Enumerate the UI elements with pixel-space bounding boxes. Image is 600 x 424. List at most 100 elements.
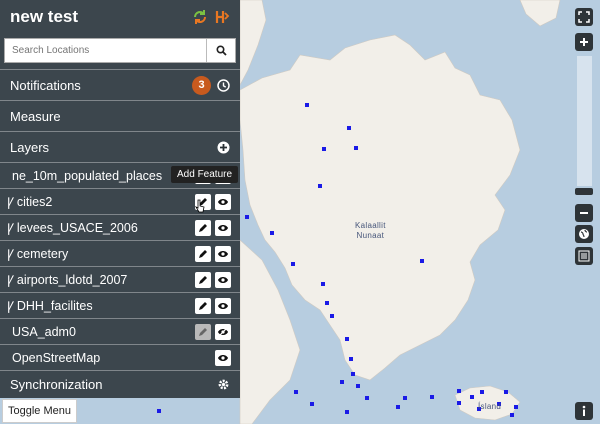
layer-row[interactable]: OpenStreetMap [0,344,240,370]
feature-point [420,259,424,263]
notification-count-badge: 3 [192,75,211,95]
feature-point [457,389,461,393]
edit-layer-button[interactable] [195,271,211,288]
feature-point [504,390,508,394]
edit-layer-button[interactable] [195,297,211,314]
layer-label: cemetery [16,246,69,261]
layer-row[interactable]: Ꝩ airports_ldotd_2007 [0,266,240,292]
visibility-toggle[interactable] [215,245,231,262]
eye-slash-icon [218,327,228,336]
search-button[interactable] [206,39,235,62]
panel-header: new test [0,0,240,34]
eye-icon [218,302,228,309]
feature-point [294,390,298,394]
feature-point [514,405,518,409]
gear-icon[interactable] [217,378,230,391]
visibility-toggle[interactable] [215,193,231,210]
layer-label: DHH_facilites [16,298,93,313]
layer-row[interactable]: USA_adm0 [0,318,240,344]
measure-label: Measure [10,108,61,124]
feature-point [340,380,344,384]
synchronization-label: Synchronization [10,376,103,392]
synchronization-row[interactable]: Synchronization [0,370,240,397]
feature-point [325,301,329,305]
feature-point [365,396,369,400]
feature-point [322,147,326,151]
feature-point [430,395,434,399]
list-icon [578,250,590,262]
feature-point [305,103,309,107]
notifications-label: Notifications [10,77,81,93]
minus-icon [580,212,588,214]
pencil-icon [199,301,207,310]
search-box [4,38,236,63]
visibility-toggle[interactable] [215,349,231,366]
vector-layer-icon: Ꝩ [7,195,14,209]
vector-layer-icon: Ꝩ [7,273,14,287]
eye-icon [218,354,228,361]
vector-layer-icon: Ꝩ [7,221,14,235]
edit-layer-button[interactable] [195,323,211,340]
feature-point [347,126,351,130]
feature-point [330,314,334,318]
feature-point [356,384,360,388]
feature-point [321,282,325,286]
search-input[interactable] [5,39,206,62]
zoom-in-button[interactable] [575,33,593,51]
pencil-icon [199,223,207,232]
edit-layer-button[interactable] [195,219,211,236]
add-layer-icon[interactable] [217,141,230,154]
visibility-toggle[interactable] [215,219,231,236]
zoom-slider-track[interactable] [577,56,592,186]
feature-point [480,390,484,394]
feature-point [396,405,400,409]
layer-label: airports_ldotd_2007 [16,272,128,287]
layer-label: USA_adm0 [12,324,76,339]
hazard-icon[interactable] [214,9,230,25]
info-icon [582,405,586,416]
layer-label: OpenStreetMap [12,350,101,365]
map-label-iceland: Ísland [478,402,502,411]
layer-label: cities2 [16,194,53,209]
feature-point [345,337,349,341]
sync-icon[interactable] [192,9,208,25]
feature-point [245,215,249,219]
globe-icon [579,229,589,239]
layer-label: ne_10m_populated_places [12,168,163,183]
vector-layer-icon: Ꝩ [7,299,14,313]
pencil-icon [199,249,207,258]
zoom-slider-handle[interactable] [575,188,593,195]
pencil-icon [199,275,207,284]
legend-button[interactable] [575,247,593,265]
layer-row[interactable]: Ꝩ DHH_facilites [0,292,240,318]
measure-row[interactable]: Measure [0,100,240,131]
layers-label: Layers [10,139,50,155]
visibility-toggle[interactable] [215,297,231,314]
layer-row[interactable]: Ꝩ levees_USACE_2006 [0,214,240,240]
layers-row[interactable]: Layers [0,131,240,162]
eye-icon [218,198,228,205]
fullscreen-button[interactable] [575,8,593,26]
eye-icon [218,224,228,231]
notifications-row[interactable]: Notifications 3 [0,69,240,100]
eye-icon [218,250,228,257]
edit-layer-button[interactable] [195,245,211,262]
pencil-icon [199,327,207,336]
plus-icon [580,38,588,46]
toggle-menu-button[interactable]: Toggle Menu [2,399,77,423]
zoom-out-button[interactable] [575,204,593,222]
eye-icon [218,276,228,283]
info-button[interactable] [575,402,593,420]
add-feature-tooltip: Add Feature [171,166,239,183]
feature-point [354,146,358,150]
layer-row[interactable]: Ꝩ cemetery [0,240,240,266]
feature-point [310,402,314,406]
feature-point [318,184,322,188]
feature-point [470,395,474,399]
fullscreen-icon [578,11,590,23]
layer-label: levees_USACE_2006 [16,220,138,235]
visibility-toggle[interactable] [215,271,231,288]
globe-button[interactable] [575,225,593,243]
visibility-toggle[interactable] [215,323,231,340]
clock-icon[interactable] [217,78,230,92]
